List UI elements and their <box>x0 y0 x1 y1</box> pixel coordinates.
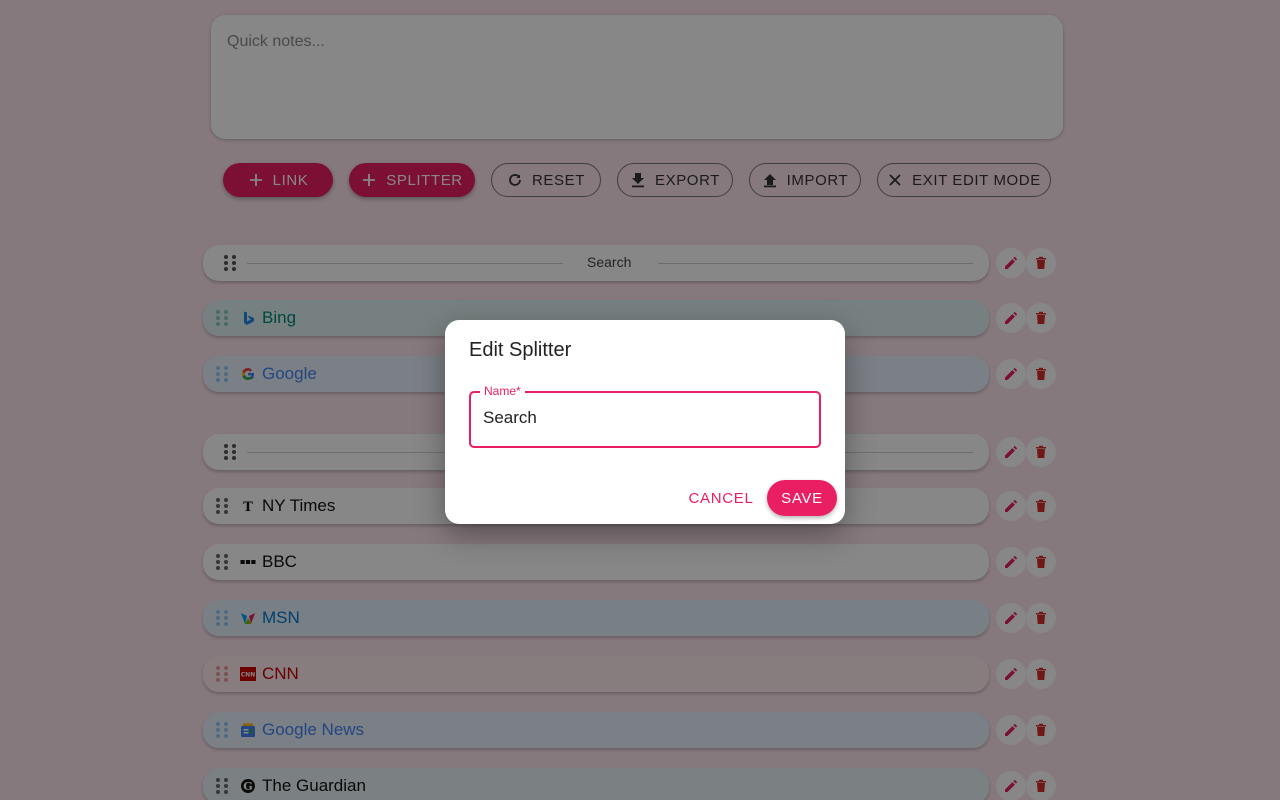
name-field-label: Name* <box>480 384 525 398</box>
dialog-title: Edit Splitter <box>469 339 572 361</box>
cancel-button[interactable]: Cancel <box>683 480 759 516</box>
edit-splitter-dialog: Edit Splitter Name* Cancel Save <box>445 320 845 524</box>
name-field-label-text: Name <box>484 384 517 398</box>
required-mark: * <box>516 384 521 398</box>
save-button[interactable]: Save <box>767 480 837 516</box>
name-field: Name* <box>469 384 821 448</box>
name-input[interactable] <box>483 408 803 428</box>
